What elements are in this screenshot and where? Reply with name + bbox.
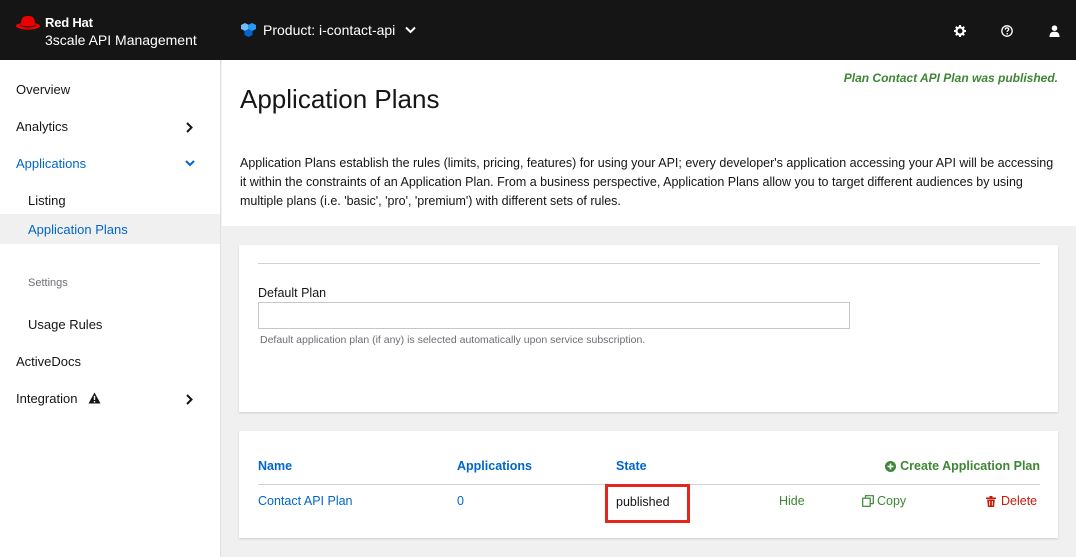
sidebar-section-settings: Settings [28,277,68,289]
plus-circle-icon [885,460,897,472]
sidebar-item-application-plans[interactable]: Application Plans [0,214,220,244]
chevron-right-icon [186,394,193,405]
warning-icon [88,392,101,404]
column-header-state[interactable]: State [616,459,647,473]
trash-icon [986,495,996,507]
brand-subtitle: 3scale API Management [45,32,197,48]
product-cubes-icon [241,23,256,37]
flash-message: Plan Contact API Plan was published. [843,71,1058,85]
create-plan-label: Create Application Plan [900,459,1040,473]
copy-label: Copy [877,494,907,508]
sidebar-item-label: Application Plans [28,222,128,237]
sidebar-nav: Overview Analytics Applications Listing … [0,60,221,557]
sidebar-item-label: Integration [16,391,78,406]
create-application-plan-button[interactable]: Create Application Plan [885,459,1040,473]
gear-icon [954,25,966,37]
brand-name: Red Hat [45,15,93,30]
page-description: Application Plans establish the rules (l… [240,156,1054,208]
delete-label: Delete [1001,494,1038,508]
sidebar-item-listing[interactable]: Listing [0,185,220,215]
copy-icon [862,495,874,507]
help-button[interactable] [1000,24,1014,38]
column-header-applications[interactable]: Applications [457,459,532,473]
page-title: Application Plans [240,84,440,114]
masthead: Red Hat 3scale API Management Product: i… [0,0,1076,60]
default-plan-select[interactable] [258,302,850,329]
sidebar-item-usage-rules[interactable]: Usage Rules [0,309,220,339]
sidebar-item-overview[interactable]: Overview [0,74,220,104]
sidebar-item-label: Applications [16,156,87,171]
hide-plan-button[interactable]: Hide [779,494,805,508]
plans-table-card: Name Applications State Create Applicati… [239,431,1058,538]
redhat-logo-icon [16,16,40,30]
settings-button[interactable] [953,24,967,38]
sidebar-item-applications[interactable]: Applications [0,148,220,178]
plan-state: published [616,495,670,509]
sidebar-item-label: Listing [28,193,66,208]
chevron-right-icon [186,122,193,133]
delete-plan-button[interactable]: Delete [986,494,1037,508]
chevron-down-icon [185,160,195,167]
column-header-name[interactable]: Name [258,459,292,473]
user-menu-button[interactable] [1047,24,1061,38]
default-plan-card: Default Plan Default application plan (i… [239,245,1058,412]
chevron-down-icon [405,26,417,34]
default-plan-label: Default Plan [258,286,327,300]
sidebar-item-label: Usage Rules [28,317,103,332]
page-header: Plan Contact API Plan was published. App… [222,60,1076,226]
default-plan-help: Default application plan (if any) is sel… [260,334,646,346]
product-label: Product: i-contact-api [263,22,396,38]
sidebar-item-activedocs[interactable]: ActiveDocs [0,346,220,376]
copy-plan-button[interactable]: Copy [862,494,906,508]
product-selector[interactable]: Product: i-contact-api [240,22,417,38]
user-icon [1049,25,1059,37]
sidebar-item-label: Overview [16,82,71,97]
sidebar-item-label: ActiveDocs [16,354,82,369]
plan-applications-count-link[interactable]: 0 [457,494,464,508]
help-icon [1001,25,1013,37]
sidebar-item-label: Analytics [16,119,69,134]
sidebar-item-analytics[interactable]: Analytics [0,111,220,141]
plan-name-link[interactable]: Contact API Plan [258,494,353,508]
sidebar-item-integration[interactable]: Integration [0,383,220,413]
divider [258,263,1040,264]
